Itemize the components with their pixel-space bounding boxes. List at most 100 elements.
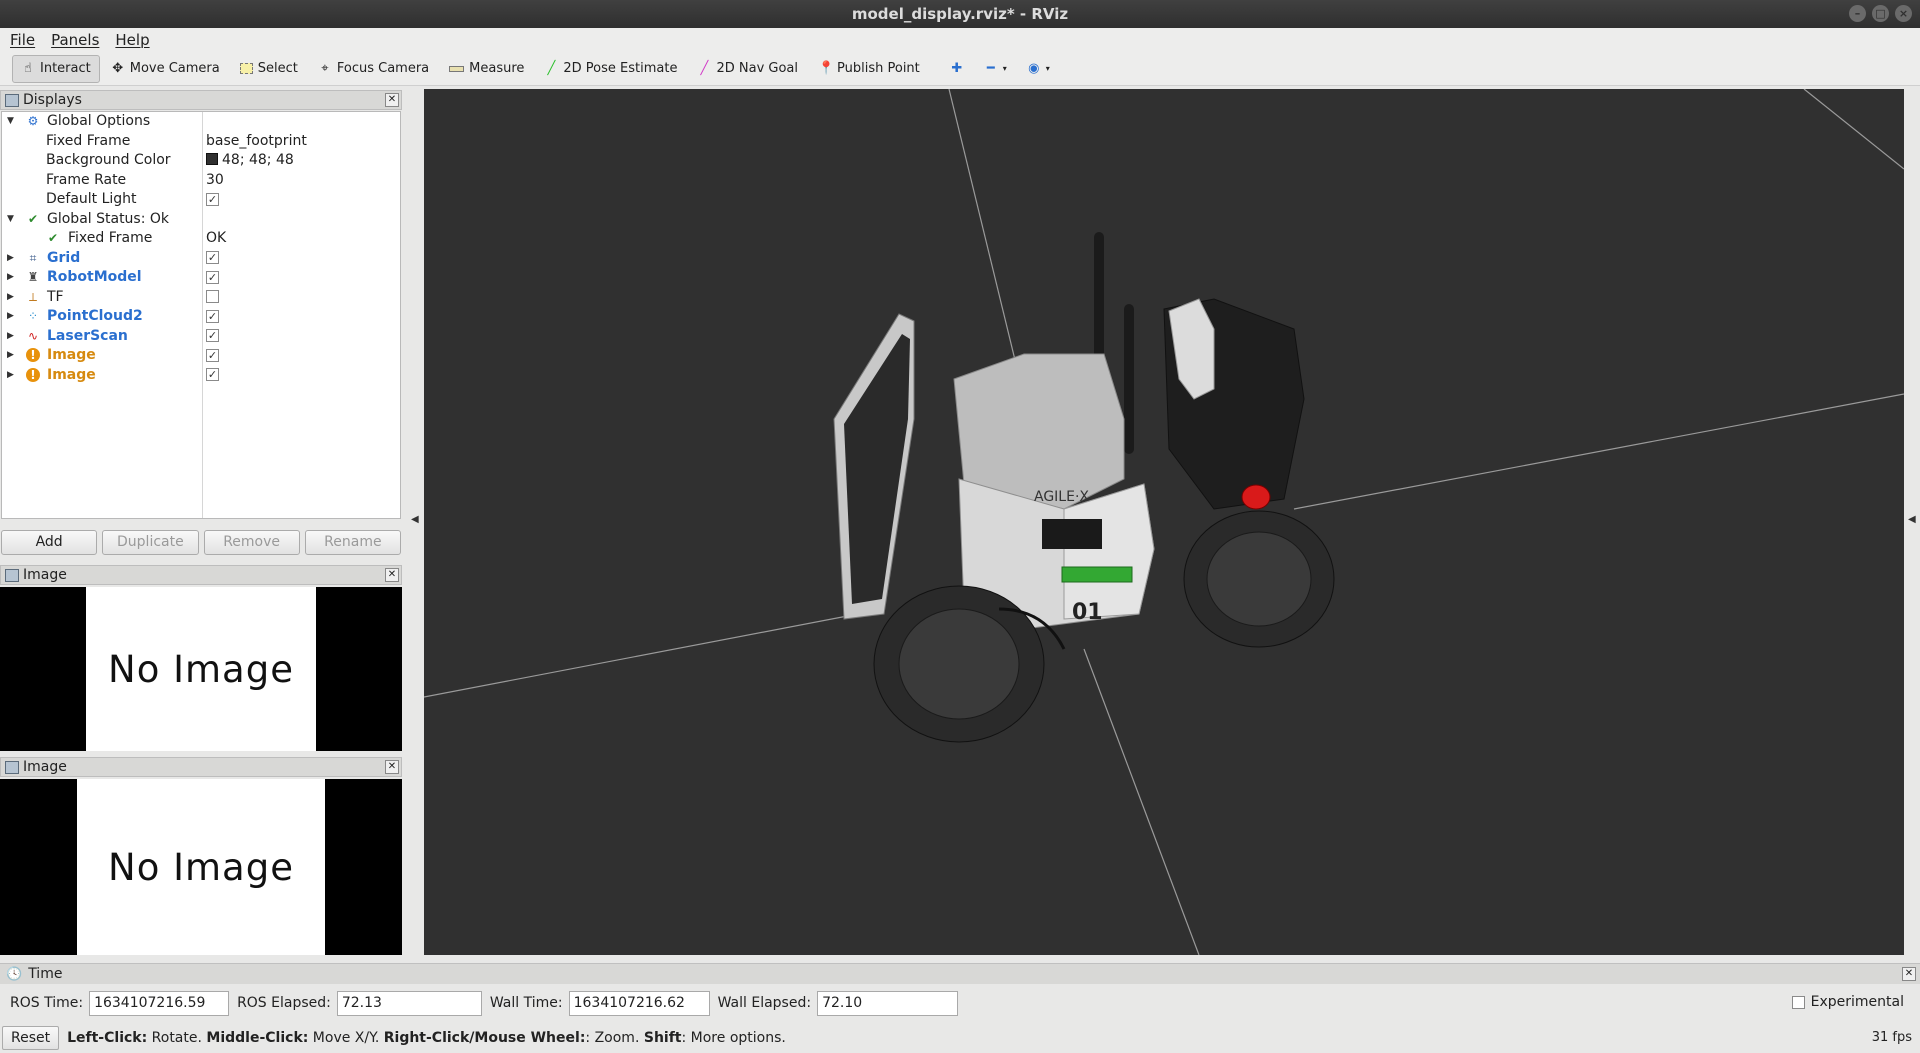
tool-move-camera[interactable]: ✥ Move Camera: [102, 55, 229, 83]
dropdown-icon: ▾: [1002, 64, 1007, 73]
rename-button[interactable]: Rename: [304, 530, 401, 555]
render-3d-view[interactable]: 01 AGILE·X: [424, 89, 1904, 955]
experimental-checkbox[interactable]: [1791, 995, 1805, 1009]
add-tool-button[interactable]: ✚: [941, 55, 973, 83]
display-tree-row[interactable]: ▶ ∿ LaserScan ✓: [2, 327, 400, 346]
duplicate-button[interactable]: Duplicate: [102, 530, 199, 555]
image-panel-title-1: Image ✕: [0, 565, 402, 585]
check-icon: ✔: [47, 231, 59, 245]
maximize-button[interactable]: □: [1872, 5, 1889, 22]
wall-elapsed-field[interactable]: 72.10: [817, 990, 959, 1016]
tool-focus-camera[interactable]: ⌖ Focus Camera: [309, 55, 438, 83]
tool-2d-pose-estimate[interactable]: ╱ 2D Pose Estimate: [535, 55, 686, 83]
display-value[interactable]: ✓: [206, 346, 219, 365]
display-checkbox[interactable]: [206, 290, 219, 303]
tool-measure[interactable]: Measure: [440, 55, 533, 83]
check-icon: ✔: [27, 211, 39, 226]
display-tree-row[interactable]: ▶ ⟂ TF: [2, 288, 400, 307]
display-value[interactable]: ✓: [206, 366, 219, 385]
collapse-arrow-icon[interactable]: ▶: [7, 288, 17, 307]
display-value[interactable]: OK: [206, 229, 226, 248]
display-checkbox[interactable]: ✓: [206, 251, 219, 264]
collapse-arrow-icon[interactable]: ▶: [7, 366, 17, 385]
close-panel-icon[interactable]: ✕: [385, 93, 399, 107]
display-label: Grid: [47, 249, 81, 266]
tf-icon: ⟂: [28, 289, 37, 304]
display-value[interactable]: [206, 288, 219, 307]
ros-elapsed-field[interactable]: 72.13: [336, 990, 482, 1016]
display-value[interactable]: base_footprint: [206, 132, 307, 151]
display-value[interactable]: 48; 48; 48: [206, 151, 294, 170]
warning-icon: !: [26, 348, 40, 362]
wall-time-field[interactable]: 1634107216.62: [568, 990, 710, 1016]
view-tool-button[interactable]: ◉ ▾: [1018, 55, 1059, 83]
image-view-1: No Image: [0, 587, 402, 751]
tool-2d-nav-goal[interactable]: ╱ 2D Nav Goal: [688, 55, 807, 83]
display-tree-row[interactable]: ▶ ⁘ PointCloud2 ✓: [2, 307, 400, 326]
collapse-right-icon: ◀: [1908, 514, 1916, 525]
collapse-arrow-icon[interactable]: ▶: [7, 268, 17, 287]
display-checkbox[interactable]: ✓: [206, 270, 219, 284]
display-value[interactable]: 30: [206, 171, 224, 190]
left-dock-handle[interactable]: ◀: [404, 89, 424, 955]
display-value[interactable]: ✓: [206, 307, 219, 326]
expand-arrow-icon[interactable]: ▼: [7, 112, 17, 131]
display-tree-row[interactable]: Frame Rate 30: [2, 171, 400, 190]
display-checkbox[interactable]: ✓: [206, 192, 219, 206]
menu-file[interactable]: File: [10, 31, 35, 49]
color-swatch[interactable]: [206, 153, 218, 165]
display-tree-row[interactable]: Fixed Frame base_footprint: [2, 132, 400, 151]
close-panel-icon[interactable]: ✕: [1902, 967, 1916, 981]
display-checkbox[interactable]: ✓: [206, 309, 219, 323]
display-tree-row[interactable]: Default Light ✓: [2, 190, 400, 209]
experimental-toggle[interactable]: Experimental: [1791, 994, 1904, 1010]
close-panel-icon[interactable]: ✕: [385, 568, 399, 582]
display-tree-row[interactable]: ▼ ✔ Global Status: Ok: [2, 210, 400, 229]
tool-interact[interactable]: ☝ Interact: [12, 54, 100, 83]
displays-button-row: Add Duplicate Remove Rename: [1, 530, 401, 556]
right-dock-handle[interactable]: ◀: [1904, 89, 1920, 955]
publish-point-icon: 📍: [818, 60, 835, 76]
collapse-arrow-icon[interactable]: ▶: [7, 327, 17, 346]
hint-desc: Rotate.: [147, 1030, 207, 1046]
display-label: Fixed Frame: [46, 132, 131, 149]
display-tree-row[interactable]: ▼ ⚙ Global Options: [2, 112, 400, 131]
collapse-left-icon: ◀: [411, 514, 419, 525]
display-tree-row[interactable]: ▶ ♜ RobotModel ✓: [2, 268, 400, 287]
hint-key: Shift: [643, 1030, 682, 1046]
display-value[interactable]: ✓: [206, 190, 219, 209]
display-tree-row[interactable]: ✔ Fixed Frame OK: [2, 229, 400, 248]
display-value[interactable]: ✓: [206, 268, 219, 287]
image-icon: [5, 568, 19, 582]
minimize-button[interactable]: –: [1849, 5, 1866, 22]
remove-tool-button[interactable]: ━ ▾: [975, 55, 1016, 83]
display-tree-row[interactable]: Background Color 48; 48; 48: [2, 151, 400, 170]
display-tree-row[interactable]: ▶! Image ✓: [2, 366, 400, 385]
interact-icon: ☝: [24, 60, 32, 76]
display-tree-row[interactable]: ▶! Image ✓: [2, 346, 400, 365]
collapse-arrow-icon[interactable]: ▶: [7, 249, 17, 268]
display-checkbox[interactable]: ✓: [206, 368, 219, 381]
display-checkbox[interactable]: ✓: [206, 348, 219, 362]
tool-select[interactable]: Select: [231, 55, 307, 83]
add-button[interactable]: Add: [1, 530, 98, 555]
display-label: Default Light: [46, 191, 137, 207]
display-value[interactable]: ✓: [206, 327, 219, 346]
image-panel-title-2: Image ✕: [0, 757, 402, 777]
display-tree-row[interactable]: ▶ ⌗ Grid ✓: [2, 249, 400, 268]
close-button[interactable]: ×: [1895, 5, 1912, 22]
collapse-arrow-icon[interactable]: ▶: [7, 307, 17, 326]
reset-button[interactable]: Reset: [2, 1026, 60, 1050]
image-view-2: No Image: [0, 779, 402, 955]
ros-time-field[interactable]: 1634107216.59: [89, 990, 230, 1016]
remove-button[interactable]: Remove: [203, 530, 300, 555]
wall-elapsed-label: Wall Elapsed:: [717, 995, 812, 1011]
menu-help[interactable]: Help: [115, 31, 149, 49]
display-value[interactable]: ✓: [206, 249, 219, 268]
menu-panels[interactable]: Panels: [51, 31, 99, 49]
close-panel-icon[interactable]: ✕: [385, 760, 399, 774]
expand-arrow-icon[interactable]: ▼: [7, 210, 17, 229]
collapse-arrow-icon[interactable]: ▶: [7, 346, 17, 365]
display-checkbox[interactable]: ✓: [206, 329, 219, 342]
tool-publish-point[interactable]: 📍 Publish Point: [809, 55, 929, 83]
